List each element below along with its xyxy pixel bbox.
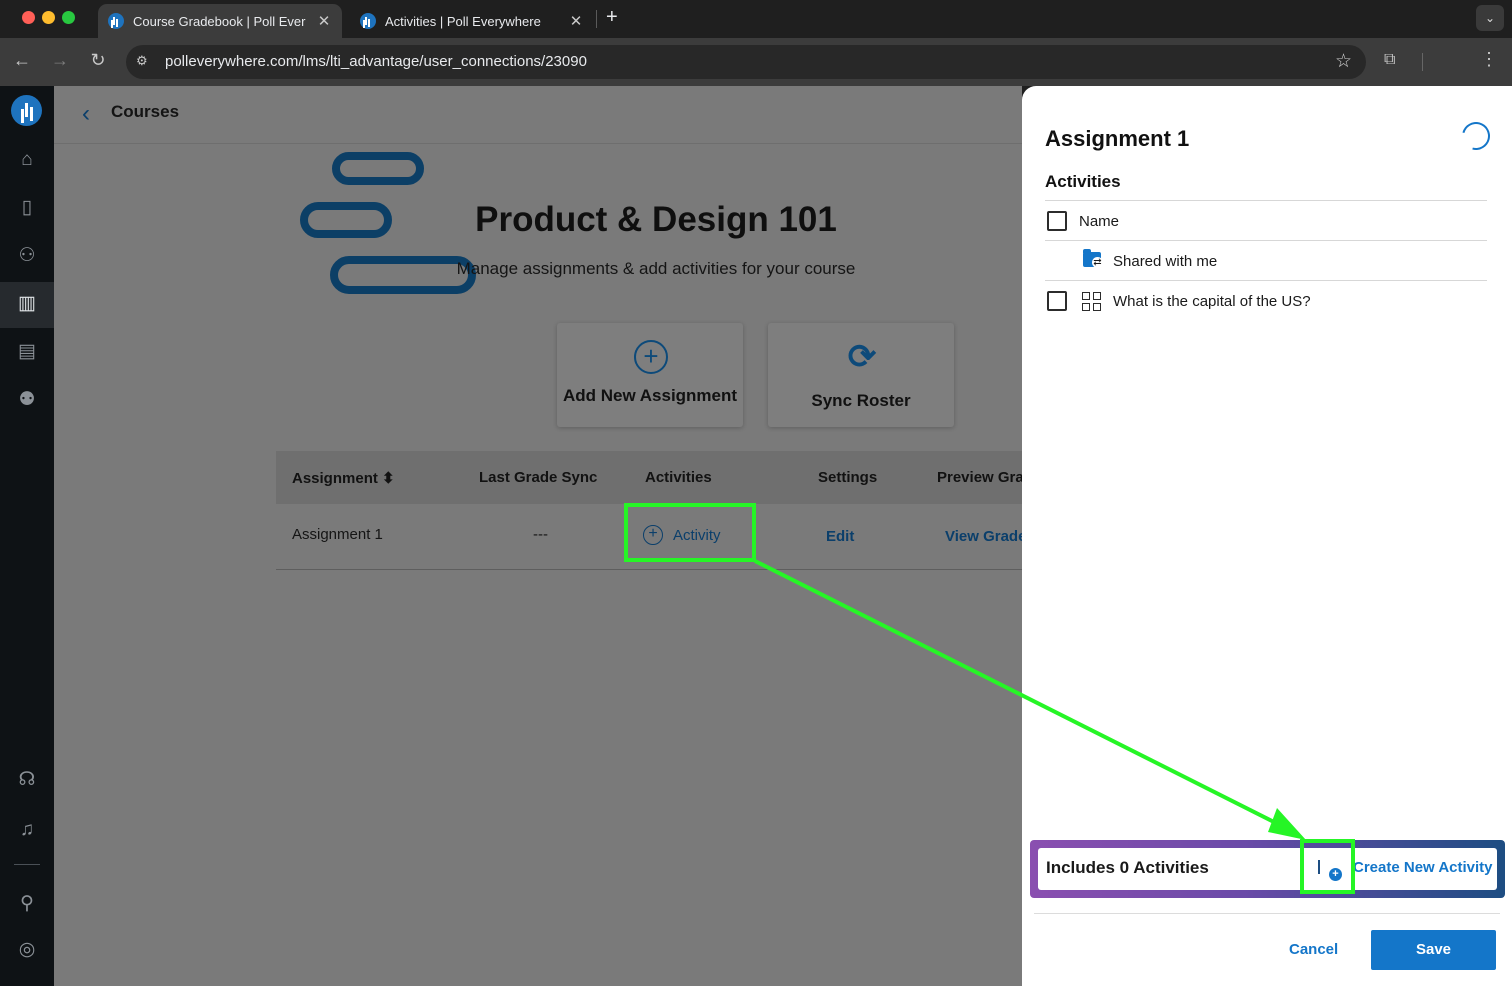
- sort-icon[interactable]: ⬍: [382, 470, 395, 487]
- results-icon[interactable]: ▯: [13, 194, 41, 222]
- bookmark-star-icon[interactable]: ☆: [1335, 50, 1352, 73]
- add-new-assignment-label: Add New Assignment: [562, 386, 738, 405]
- divider: [1045, 240, 1487, 241]
- sync-roster-button[interactable]: ⟳ Sync Roster: [768, 323, 954, 427]
- divider: [1045, 280, 1487, 281]
- extensions-puzzle-icon[interactable]: ⧉: [1384, 51, 1406, 73]
- assignment-name: Assignment 1: [292, 526, 383, 543]
- activity-title[interactable]: What is the capital of the US?: [1113, 293, 1311, 310]
- browser-tab-bar: Course Gradebook | Poll Ever ✕ Activitie…: [0, 0, 1512, 38]
- assignments-table-header: Assignment ⬍ Last Grade Sync Activities …: [276, 451, 1022, 504]
- breadcrumb-courses[interactable]: Courses: [111, 102, 179, 122]
- pollev-logo-icon[interactable]: [11, 95, 42, 126]
- browser-toolbar: ← → ↻ ⚙ polleverywhere.com/lms/lti_advan…: [0, 38, 1512, 86]
- includes-activities-box: Includes 0 Activities + Create New Activ…: [1038, 848, 1497, 890]
- tab-title: Course Gradebook | Poll Ever: [133, 13, 306, 29]
- reports-icon[interactable]: ▤: [13, 338, 41, 366]
- support-icon[interactable]: ☊: [13, 766, 41, 794]
- participants-icon[interactable]: ⚇: [13, 242, 41, 270]
- toolbar-separator: [1422, 53, 1423, 71]
- sync-roster-label: Sync Roster: [811, 391, 911, 410]
- address-bar[interactable]: ⚙ polleverywhere.com/lms/lti_advantage/u…: [126, 45, 1366, 79]
- shared-folder-icon: [1083, 249, 1103, 268]
- course-page: ‹ Courses Product & Design 101 Manage as…: [54, 86, 1022, 986]
- tab-title: Activities | Poll Everywhere: [385, 13, 541, 29]
- add-user-icon[interactable]: ⚲: [13, 890, 41, 918]
- column-last-grade-sync: Last Grade Sync: [479, 469, 598, 486]
- divider: [1045, 200, 1487, 201]
- add-new-assignment-button[interactable]: + Add New Assignment: [557, 323, 743, 427]
- home-icon[interactable]: ⌂: [13, 146, 41, 174]
- includes-count: Includes 0 Activities: [1046, 858, 1209, 877]
- activity-checkbox[interactable]: [1047, 291, 1067, 311]
- save-button[interactable]: Save: [1371, 930, 1496, 970]
- column-activities: Activities: [645, 469, 712, 486]
- edit-link[interactable]: Edit: [826, 528, 854, 545]
- tab-separator: [596, 10, 597, 28]
- maximize-window-button[interactable]: [62, 11, 75, 24]
- course-illustration-pill: [332, 152, 424, 185]
- folder-shared-with-me[interactable]: Shared with me: [1113, 253, 1217, 270]
- course-subtitle: Manage assignments & add activities for …: [456, 259, 856, 278]
- page-top-nav: ‹ Courses: [54, 86, 1022, 144]
- sync-icon: ⟳: [847, 338, 877, 376]
- column-assignment[interactable]: Assignment ⬍: [292, 469, 395, 487]
- plus-circle-icon: +: [634, 340, 668, 374]
- browser-menu-icon[interactable]: ⋮: [1480, 49, 1498, 70]
- footer-divider: [1034, 913, 1500, 914]
- tab-search-chevron-icon[interactable]: ⌄: [1476, 5, 1504, 31]
- includes-activities-bar: Includes 0 Activities + Create New Activ…: [1030, 840, 1505, 898]
- browser-tab-gradebook[interactable]: Course Gradebook | Poll Ever ✕: [98, 4, 342, 38]
- last-sync-value: ---: [533, 526, 548, 543]
- refresh-icon[interactable]: [1456, 116, 1496, 156]
- courses-icon[interactable]: ▥: [13, 290, 41, 318]
- forward-arrow-icon[interactable]: →: [48, 50, 72, 71]
- multiple-choice-activity-icon: [1082, 292, 1102, 312]
- close-tab-icon[interactable]: ✕: [316, 12, 332, 30]
- close-window-button[interactable]: [22, 11, 35, 24]
- select-all-checkbox[interactable]: [1047, 211, 1067, 231]
- new-tab-icon[interactable]: +: [606, 6, 618, 29]
- column-preview-grades: Preview Grac: [937, 469, 1022, 486]
- reload-icon[interactable]: ↻: [86, 50, 110, 71]
- url-text[interactable]: polleverywhere.com/lms/lti_advantage/use…: [165, 53, 587, 70]
- highlight-activity-link: [624, 503, 756, 562]
- browser-tab-activities[interactable]: Activities | Poll Everywhere ✕: [350, 4, 594, 38]
- pollev-favicon-icon: [108, 13, 124, 29]
- highlight-create-icon: [1300, 839, 1355, 894]
- create-new-activity-button[interactable]: Create New Activity: [1353, 859, 1493, 876]
- cancel-button[interactable]: Cancel: [1274, 931, 1353, 968]
- course-title: Product & Design 101: [475, 200, 837, 239]
- drawer-title: Assignment 1: [1045, 126, 1190, 151]
- name-column-header: Name: [1079, 213, 1120, 230]
- pollev-favicon-icon: [360, 13, 376, 29]
- profile-icon[interactable]: ◎: [13, 936, 41, 964]
- close-tab-icon[interactable]: ✕: [568, 12, 584, 30]
- activities-heading: Activities: [1045, 172, 1121, 191]
- minimize-window-button[interactable]: [42, 11, 55, 24]
- assignment-drawer: Assignment 1 Activities Name Shared with…: [1022, 86, 1512, 986]
- sidebar-divider: [14, 864, 40, 865]
- column-settings: Settings: [818, 469, 878, 486]
- back-chevron-icon[interactable]: ‹: [82, 100, 90, 128]
- back-arrow-icon[interactable]: ←: [10, 50, 34, 71]
- groups-icon[interactable]: ⚉: [13, 386, 41, 414]
- notifications-icon[interactable]: ♫: [13, 816, 41, 844]
- app-sidebar: ⌂ ▯ ⚇ ▥ ▤ ⚉ ☊ ♫ ⚲ ◎: [0, 86, 54, 986]
- site-settings-icon[interactable]: ⚙: [136, 53, 154, 71]
- view-grades-link[interactable]: View Grade: [945, 528, 1022, 545]
